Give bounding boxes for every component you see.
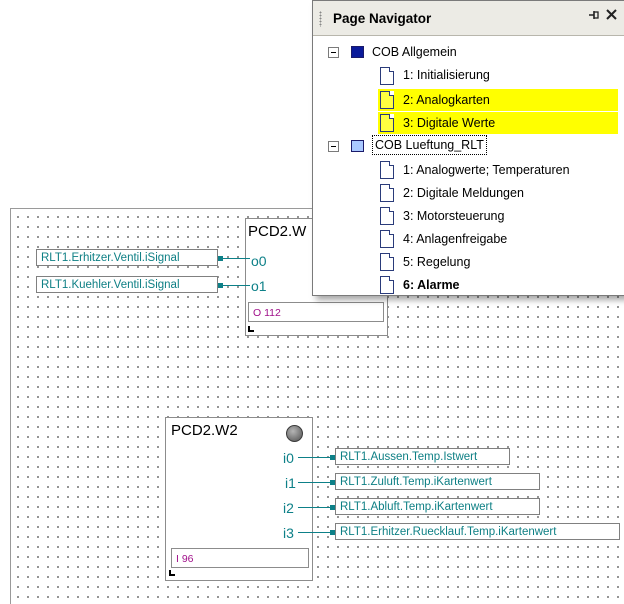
output-module-title: PCD2.W (248, 223, 307, 240)
pin-icon[interactable] (588, 9, 600, 24)
signal-erhitzer-ventil[interactable]: RLT1.Erhitzer.Ventil.iSignal (36, 249, 218, 266)
page-icon (380, 253, 394, 271)
tree-page-alarme[interactable]: 6: Alarme (403, 274, 460, 296)
signal-erhitzer-ruecklauf-temp[interactable]: RLT1.Erhitzer.Ruecklauf.Temp.iKartenwert (335, 523, 620, 540)
collapse-toggle[interactable] (328, 141, 339, 152)
page-icon (380, 184, 394, 202)
connector-line (222, 285, 250, 286)
block-corner-marker (169, 570, 175, 576)
signal-kuehler-ventil[interactable]: RLT1.Kuehler.Ventil.iSignal (36, 276, 218, 293)
tree-group-cob-lueftung-rlt[interactable]: COB Lueftung_RLT (372, 135, 487, 155)
tree-group-cob-allgemein[interactable]: COB Allgemein (372, 41, 457, 63)
input-module-address[interactable]: I 96 (171, 548, 309, 568)
block-corner-marker (248, 326, 254, 332)
signal-aussen-temp[interactable]: RLT1.Aussen.Temp.Istwert (335, 448, 510, 465)
input-module-block[interactable]: PCD2.W2 i0 i1 i2 i3 I 96 (165, 417, 313, 581)
input-pin-i3[interactable]: i3 (283, 526, 294, 540)
status-led-icon (286, 425, 303, 442)
tree-page-analogwerte[interactable]: 1: Analogwerte; Temperaturen (403, 159, 570, 181)
tree-page-initialisierung[interactable]: 1: Initialisierung (403, 64, 490, 86)
connector-line (298, 457, 330, 458)
cob-folder-icon (351, 140, 364, 152)
cob-folder-icon (351, 46, 364, 58)
input-pin-i1[interactable]: i1 (285, 476, 296, 490)
signal-abluft-temp[interactable]: RLT1.Abluft.Temp.iKartenwert (335, 498, 540, 515)
output-pin-o0[interactable]: o0 (251, 254, 267, 268)
collapse-toggle[interactable] (328, 47, 339, 58)
tree-page-analogkarten[interactable]: 2: Analogkarten (403, 89, 490, 111)
close-icon[interactable] (606, 7, 617, 24)
connector-line (298, 532, 330, 533)
page-navigator-panel[interactable]: Page Navigator COB Allgemein 1: Initiali… (312, 0, 624, 296)
page-icon (380, 91, 394, 109)
input-pin-i0[interactable]: i0 (283, 451, 294, 465)
input-pin-i2[interactable]: i2 (283, 501, 294, 515)
output-pin-o1[interactable]: o1 (251, 279, 267, 293)
drag-grip-icon[interactable] (319, 11, 322, 27)
tree-page-anlagenfreigabe[interactable]: 4: Anlagenfreigabe (403, 228, 507, 250)
tree-page-regelung[interactable]: 5: Regelung (403, 251, 470, 273)
page-icon (380, 230, 394, 248)
tree-page-digitale-meldungen[interactable]: 2: Digitale Meldungen (403, 182, 524, 204)
page-navigator-title: Page Navigator (333, 11, 432, 26)
page-icon (380, 161, 394, 179)
page-icon (380, 67, 394, 85)
input-module-title: PCD2.W2 (171, 422, 238, 439)
page-navigator-header[interactable]: Page Navigator (313, 1, 624, 36)
signal-zuluft-temp[interactable]: RLT1.Zuluft.Temp.iKartenwert (335, 473, 540, 490)
connector-line (222, 258, 250, 259)
page-icon (380, 207, 394, 225)
connector-line (298, 482, 330, 483)
page-icon (380, 114, 394, 132)
page-icon (380, 276, 394, 294)
tree-page-motorsteuerung[interactable]: 3: Motorsteuerung (403, 205, 504, 227)
connector-line (298, 507, 330, 508)
output-module-address[interactable]: O 112 (248, 302, 384, 322)
tree-page-digitale-werte[interactable]: 3: Digitale Werte (403, 112, 495, 134)
